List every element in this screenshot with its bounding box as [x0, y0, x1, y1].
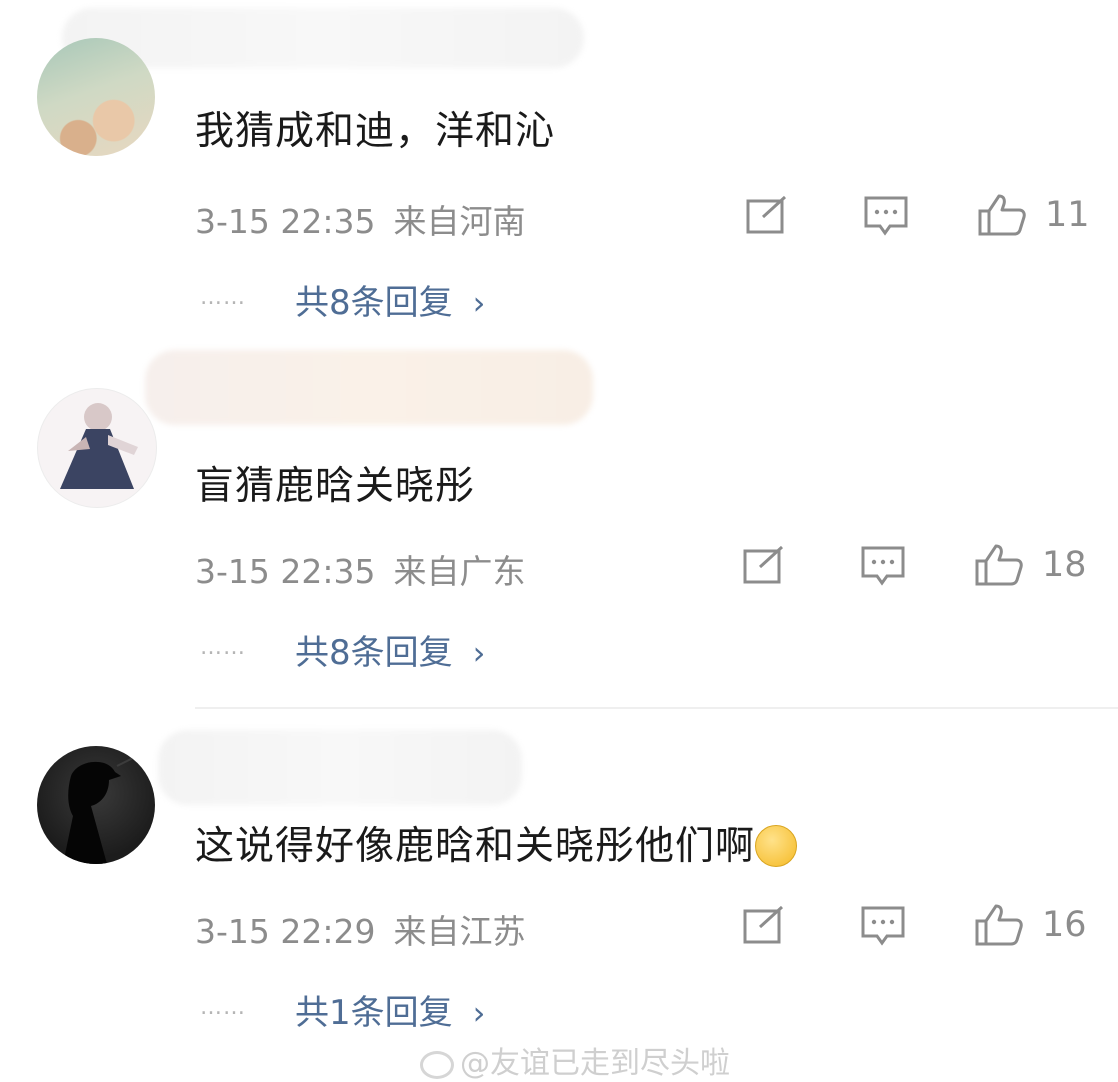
silhouette-icon — [63, 755, 138, 864]
watermark-text: @友谊已走到尽头啦 — [460, 1046, 730, 1081]
blurred-username — [158, 730, 522, 805]
share-icon[interactable] — [742, 905, 786, 945]
blush-smile-emoji-icon — [755, 824, 798, 867]
comment-time: 3-15 22:29 — [195, 912, 376, 951]
comment-location: 来自江苏 — [393, 912, 526, 951]
chevron-right-icon: › — [472, 994, 486, 1032]
comment-meta: 3-15 22:29 来自江苏 — [195, 905, 526, 953]
like-icon[interactable] — [974, 903, 1024, 947]
user-avatar[interactable] — [37, 746, 155, 864]
reply-dots: …… — [200, 995, 246, 1020]
like-count: 16 — [1042, 905, 1087, 945]
replies-label: 共1条回复 — [295, 993, 453, 1033]
comment-text: 这说得好像鹿晗和关晓彤他们啊 — [195, 815, 798, 871]
watermark: @友谊已走到尽头啦 — [420, 1038, 730, 1082]
comment-3: 这说得好像鹿晗和关晓彤他们啊 3-15 22:29 来自江苏 16 …… 共1条回… — [0, 0, 1118, 1080]
comment-icon[interactable] — [860, 905, 906, 947]
view-replies-link[interactable]: 共1条回复 › — [295, 985, 485, 1034]
comment-text-content: 这说得好像鹿晗和关晓彤他们啊 — [195, 824, 756, 869]
weibo-logo-icon — [420, 1050, 454, 1079]
